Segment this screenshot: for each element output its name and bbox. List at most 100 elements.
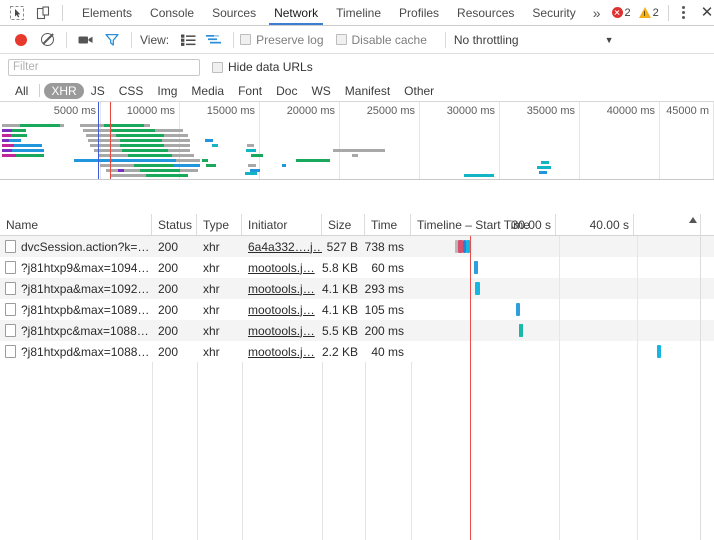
type-filter-img[interactable]: Img (150, 83, 184, 99)
cell-initiator[interactable]: mootools.j… (242, 257, 322, 278)
waterfall-view-icon[interactable] (201, 28, 227, 52)
list-view-icon[interactable] (175, 28, 201, 52)
camera-icon[interactable] (73, 28, 99, 52)
overview-request-bar (114, 179, 150, 180)
type-filter-manifest[interactable]: Manifest (338, 83, 397, 99)
initiator-link[interactable]: 6a4a332….j… (248, 240, 322, 254)
column-header-timeline[interactable]: Timeline – Start Time (411, 214, 714, 235)
overview-request-bar (12, 129, 26, 132)
network-toolbar: View: Preserve log (0, 26, 714, 54)
overview-request-bar (100, 164, 134, 167)
tab-resources[interactable]: Resources (448, 0, 523, 25)
table-row[interactable]: ?j81htxpc&max=1088…200xhrmootools.j…5.5 … (0, 320, 714, 341)
tab-timeline[interactable]: Timeline (327, 0, 390, 25)
tabbar-divider (62, 5, 63, 21)
initiator-link[interactable]: mootools.j… (248, 261, 315, 275)
column-header-name[interactable]: Name (0, 214, 152, 235)
toolbar-divider-1 (66, 32, 67, 48)
cell-initiator[interactable]: mootools.j… (242, 320, 322, 341)
cell-name[interactable]: ?j81htxpc&max=1088… (0, 320, 152, 341)
overview-request-bar (9, 139, 21, 142)
hide-data-urls-checkbox[interactable]: Hide data URLs (212, 60, 313, 74)
type-filter-js[interactable]: JS (84, 83, 112, 99)
filter-funnel-icon[interactable] (99, 28, 125, 52)
pill-label: All (15, 84, 28, 98)
column-header-type[interactable]: Type (197, 214, 242, 235)
column-header-time[interactable]: Time (365, 214, 411, 235)
table-row[interactable]: ?j81htxpa&max=1092…200xhrmootools.j…4.1 … (0, 278, 714, 299)
devtools-tabbar: Elements Console Sources Network Timelin… (0, 0, 714, 26)
preserve-log-checkbox[interactable]: Preserve log (240, 33, 323, 47)
cell-name[interactable]: ?j81htxpb&max=1089… (0, 299, 152, 320)
initiator-link[interactable]: mootools.j… (248, 303, 315, 317)
cell-name[interactable]: ?j81htxpa&max=1092… (0, 278, 152, 299)
type-filter-other[interactable]: Other (397, 83, 441, 99)
record-button-icon[interactable] (8, 28, 34, 52)
throttling-select[interactable]: No throttling ▼ (454, 33, 614, 47)
tab-sources[interactable]: Sources (203, 0, 265, 25)
cell-name[interactable]: dvcSession.action?k=… (0, 236, 152, 257)
pill-label: Font (238, 84, 262, 98)
main-menu-icon[interactable] (675, 6, 692, 19)
type-filter-css[interactable]: CSS (112, 83, 151, 99)
type-filter-font[interactable]: Font (231, 83, 269, 99)
initiator-link[interactable]: mootools.j… (248, 345, 315, 359)
tab-network[interactable]: Network (265, 0, 327, 25)
overview-request-bar (174, 164, 200, 167)
cell-initiator[interactable]: 6a4a332….j… (242, 236, 322, 257)
type-filter-doc[interactable]: Doc (269, 83, 304, 99)
tab-elements[interactable]: Elements (73, 0, 141, 25)
column-header-size[interactable]: Size (322, 214, 365, 235)
inspect-cursor-icon[interactable] (6, 3, 28, 23)
cell-name[interactable]: ?j81htxp9&max=1094… (0, 257, 152, 278)
table-row[interactable]: dvcSession.action?k=…200xhr6a4a332….j…52… (0, 236, 714, 257)
cell-waterfall (411, 236, 714, 257)
more-tabs-icon[interactable]: » (585, 0, 609, 25)
device-toolbar-icon[interactable] (32, 3, 54, 23)
cell-initiator[interactable]: mootools.j… (242, 341, 322, 362)
request-name-label: dvcSession.action?k=… (21, 240, 149, 254)
overview-request-bar (128, 154, 172, 157)
column-separator (322, 362, 323, 540)
overview-request-bar (116, 134, 164, 137)
type-filter-all[interactable]: All (8, 83, 35, 99)
toolbar-divider-3 (233, 32, 234, 48)
type-filter-ws[interactable]: WS (304, 83, 337, 99)
initiator-link[interactable]: mootools.j… (248, 324, 315, 338)
cell-name[interactable]: ?j81htxpd&max=1088… (0, 341, 152, 362)
cell-initiator[interactable]: mootools.j… (242, 299, 322, 320)
request-name-label: ?j81htxpc&max=1088… (21, 324, 149, 338)
overview-request-bar (2, 134, 11, 137)
table-row[interactable]: ?j81htxpd&max=1088…200xhrmootools.j…2.2 … (0, 341, 714, 362)
network-overview[interactable]: 5000 ms10000 ms15000 ms20000 ms25000 ms3… (0, 102, 714, 180)
type-filter-xhr[interactable]: XHR (44, 83, 83, 99)
overview-request-bar (296, 159, 330, 162)
column-header-initiator[interactable]: Initiator (242, 214, 322, 235)
overview-request-bar (150, 179, 194, 180)
tabbar-right-controls: 2 2 ✕ (609, 0, 714, 25)
filter-input[interactable] (8, 59, 200, 76)
cell-initiator[interactable]: mootools.j… (242, 278, 322, 299)
cell-waterfall (411, 320, 714, 341)
table-row[interactable]: ?j81htxp9&max=1094…200xhrmootools.j…5.8 … (0, 257, 714, 278)
error-count-badge[interactable]: 2 (609, 7, 634, 19)
waterfall-bar (657, 345, 661, 358)
type-filter-media[interactable]: Media (184, 83, 231, 99)
column-header-status[interactable]: Status (152, 214, 197, 235)
table-row[interactable]: ?j81htxpb&max=1089…200xhrmootools.j…4.1 … (0, 299, 714, 320)
overview-request-bar (180, 169, 198, 172)
tab-security[interactable]: Security (523, 0, 584, 25)
load-event-marker (470, 299, 471, 320)
initiator-link[interactable]: mootools.j… (248, 282, 315, 296)
clear-icon[interactable] (34, 28, 60, 52)
warning-count-badge[interactable]: 2 (636, 7, 662, 19)
waterfall-gridline (559, 257, 560, 278)
overview-request-bar (14, 144, 42, 147)
disable-cache-checkbox[interactable]: Disable cache (336, 33, 427, 47)
tab-console[interactable]: Console (141, 0, 203, 25)
waterfall-gridline (559, 278, 560, 299)
tab-profiles[interactable]: Profiles (390, 0, 448, 25)
close-icon[interactable]: ✕ (694, 5, 714, 20)
cell-time: 293 ms (365, 278, 411, 299)
overview-request-bar (248, 164, 256, 167)
